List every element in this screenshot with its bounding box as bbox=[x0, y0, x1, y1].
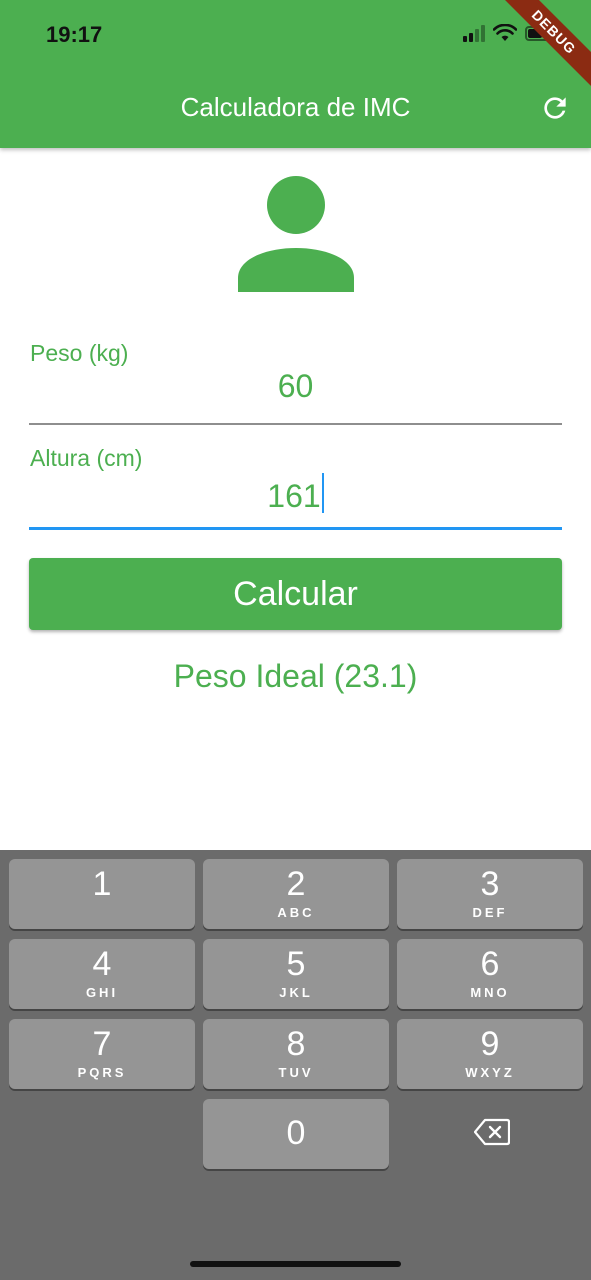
person-icon bbox=[238, 176, 354, 292]
weight-input[interactable]: 60 bbox=[29, 368, 562, 405]
height-input[interactable]: 161 bbox=[29, 473, 562, 515]
key-4[interactable]: 4 GHI bbox=[9, 939, 195, 1009]
backspace-icon[interactable] bbox=[474, 1118, 510, 1146]
key-letters: TUV bbox=[278, 1065, 314, 1080]
app-bar: 19:17 Calculadora de IMC bbox=[0, 0, 591, 148]
height-underline bbox=[29, 527, 562, 530]
weight-label: Peso (kg) bbox=[30, 340, 129, 366]
key-3[interactable]: 3 DEF bbox=[397, 859, 583, 929]
key-number: 6 bbox=[480, 945, 500, 983]
key-6[interactable]: 6 MNO bbox=[397, 939, 583, 1009]
key-7[interactable]: 7 PQRS bbox=[9, 1019, 195, 1089]
key-letters: MNO bbox=[470, 985, 510, 1000]
key-letters: PQRS bbox=[77, 1065, 127, 1080]
height-label: Altura (cm) bbox=[30, 445, 143, 471]
refresh-icon[interactable] bbox=[539, 92, 571, 124]
status-time: 19:17 bbox=[46, 22, 103, 47]
key-5[interactable]: 5 JKL bbox=[203, 939, 389, 1009]
key-number: 7 bbox=[92, 1025, 112, 1063]
key-2[interactable]: 2 ABC bbox=[203, 859, 389, 929]
height-value: 161 bbox=[267, 478, 321, 514]
key-number: 8 bbox=[286, 1025, 306, 1063]
key-number: 2 bbox=[286, 865, 306, 903]
key-number: 9 bbox=[480, 1025, 500, 1063]
key-letters: WXYZ bbox=[465, 1065, 515, 1080]
key-number: 0 bbox=[286, 1114, 306, 1152]
key-1[interactable]: 1 bbox=[9, 859, 195, 929]
text-cursor bbox=[321, 473, 324, 513]
signal-icon bbox=[463, 24, 485, 42]
key-number: 4 bbox=[92, 945, 112, 983]
key-letters: DEF bbox=[472, 905, 508, 920]
home-indicator[interactable] bbox=[190, 1261, 401, 1267]
key-number: 1 bbox=[92, 865, 112, 903]
key-9[interactable]: 9 WXYZ bbox=[397, 1019, 583, 1089]
app-title: Calculadora de IMC bbox=[180, 92, 411, 122]
key-letters: ABC bbox=[277, 905, 315, 920]
key-number: 5 bbox=[286, 945, 306, 983]
weight-underline bbox=[29, 423, 562, 425]
height-field[interactable]: Altura (cm) 161 bbox=[29, 441, 562, 533]
calculate-button[interactable]: Calcular bbox=[29, 558, 562, 630]
key-0[interactable]: 0 bbox=[203, 1099, 389, 1169]
key-letters: GHI bbox=[85, 985, 119, 1000]
weight-field[interactable]: Peso (kg) 60 bbox=[29, 336, 562, 428]
result-text: Peso Ideal (23.1) bbox=[173, 658, 418, 694]
key-number: 3 bbox=[480, 865, 500, 903]
key-8[interactable]: 8 TUV bbox=[203, 1019, 389, 1089]
wifi-icon bbox=[493, 24, 517, 41]
key-letters: JKL bbox=[279, 985, 313, 1000]
